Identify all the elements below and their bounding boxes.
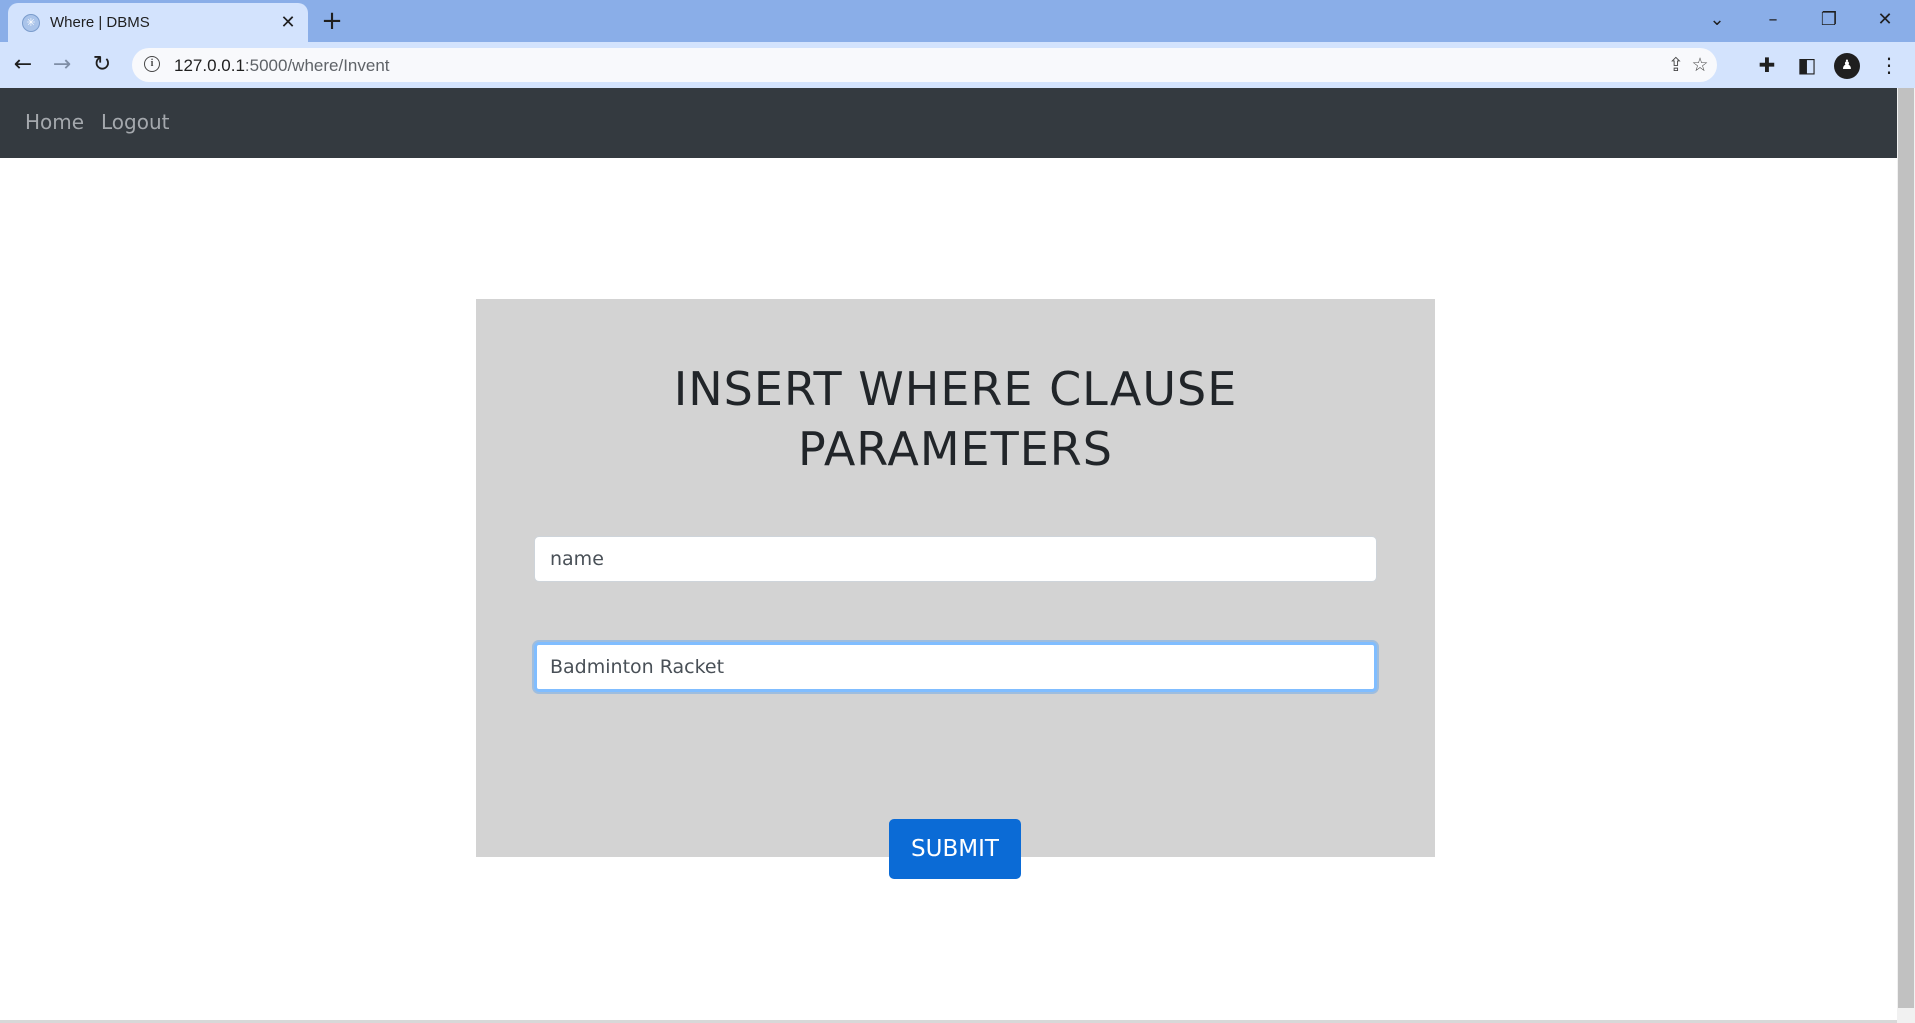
kebab-menu-icon[interactable]: ⋮ bbox=[1874, 50, 1904, 80]
info-icon[interactable]: i bbox=[144, 56, 160, 72]
submit-button[interactable]: SUBMIT bbox=[889, 819, 1021, 879]
address-bar[interactable]: i 127.0.0.1:5000/where/Invent ⇪ ☆ bbox=[132, 48, 1717, 82]
browser-tab[interactable]: ✳ Where | DBMS ✕ bbox=[8, 3, 308, 42]
avatar[interactable]: ♟ bbox=[1834, 53, 1860, 79]
browser-toolbar: ← → ↻ i 127.0.0.1:5000/where/Invent ⇪ ☆ … bbox=[0, 42, 1915, 88]
page-viewport: Home Logout INSERT WHERE CLAUSE PARAMETE… bbox=[0, 88, 1897, 1023]
side-panel-icon[interactable]: ◧ bbox=[1792, 50, 1822, 80]
reload-icon[interactable]: ↻ bbox=[87, 50, 117, 80]
star-icon[interactable]: ☆ bbox=[1687, 52, 1713, 78]
nav-link-logout[interactable]: Logout bbox=[101, 110, 169, 134]
url-text[interactable]: 127.0.0.1:5000/where/Invent bbox=[174, 56, 390, 76]
puzzle-icon[interactable]: ✚ bbox=[1752, 50, 1782, 80]
dbms-favicon-icon: ✳ bbox=[22, 14, 40, 32]
restore-icon[interactable]: ❐ bbox=[1806, 4, 1852, 36]
plus-icon[interactable]: + bbox=[318, 7, 346, 35]
forward-arrow-icon[interactable]: → bbox=[47, 50, 77, 80]
page-title: INSERT WHERE CLAUSE PARAMETERS bbox=[673, 362, 1238, 476]
back-arrow-icon[interactable]: ← bbox=[8, 50, 38, 80]
url-path: :5000/where/Invent bbox=[244, 56, 390, 75]
nav-link-home[interactable]: Home bbox=[25, 110, 84, 134]
scrollbar-thumb[interactable] bbox=[1898, 88, 1914, 1008]
close-icon[interactable]: ✕ bbox=[276, 11, 300, 35]
url-host: 127.0.0.1 bbox=[174, 56, 245, 75]
close-window-icon[interactable]: ✕ bbox=[1862, 4, 1908, 36]
chevron-down-icon[interactable]: ⌄ bbox=[1694, 4, 1740, 36]
column-value-input[interactable] bbox=[534, 642, 1377, 692]
column-name-input[interactable] bbox=[534, 536, 1377, 582]
share-icon[interactable]: ⇪ bbox=[1663, 52, 1689, 78]
top-navbar: Home Logout bbox=[0, 88, 1897, 158]
where-form-card: INSERT WHERE CLAUSE PARAMETERS SUBMIT bbox=[476, 299, 1435, 879]
tab-title: Where | DBMS bbox=[50, 14, 150, 31]
browser-tabstrip: ✳ Where | DBMS ✕ + ⌄ – ❐ ✕ bbox=[0, 0, 1915, 42]
minimize-icon[interactable]: – bbox=[1750, 4, 1796, 36]
